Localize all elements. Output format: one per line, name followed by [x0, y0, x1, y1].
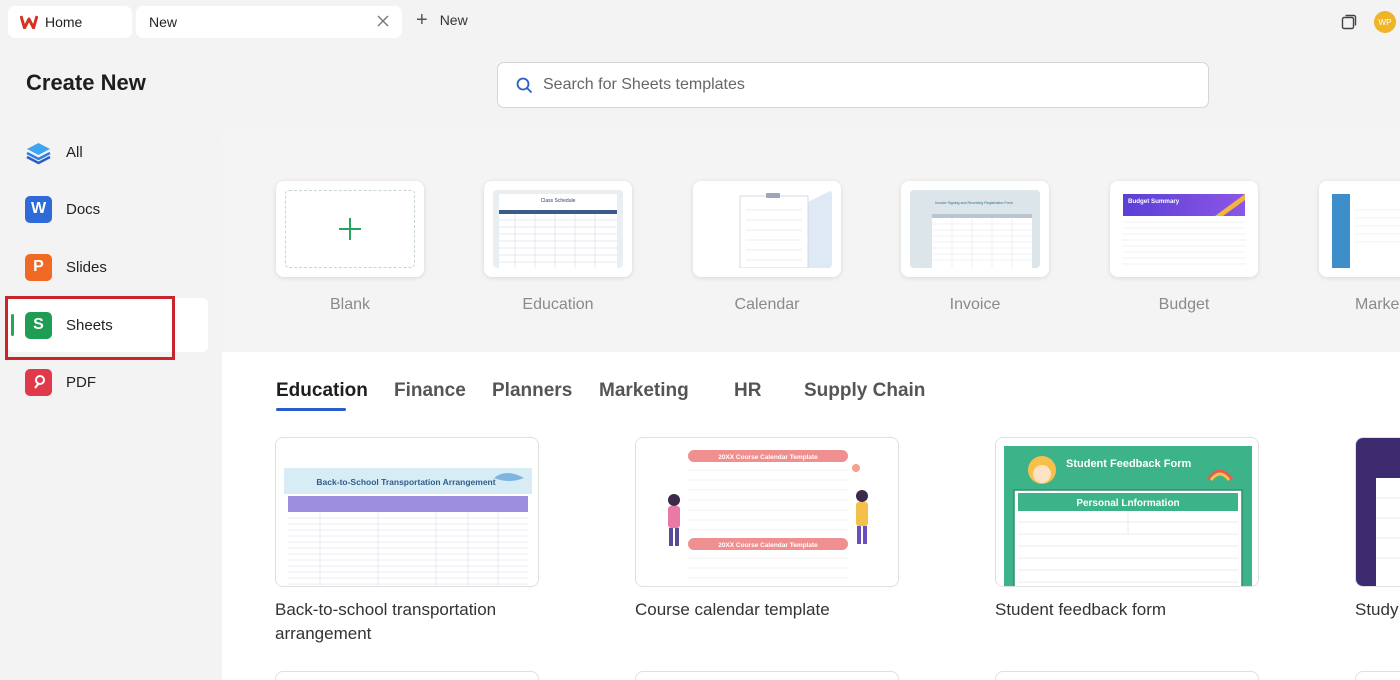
invoice-template-card[interactable]: Invoice Signing and Receiving Registrati… [901, 181, 1049, 277]
calendar-template-label: Calendar [734, 296, 800, 313]
template-thumb-title: Student Feedback Form [1066, 458, 1192, 470]
sidebar-item-label: Slides [66, 258, 107, 276]
pdf-icon [25, 368, 52, 396]
marketing-thumbnail [1328, 190, 1400, 268]
active-tab-indicator [276, 408, 346, 411]
category-tab-planners[interactable]: Planners [492, 380, 572, 402]
template-title: Back-to-school transportation arrangemen… [275, 598, 539, 646]
wps-logo-icon [20, 15, 38, 29]
template-thumbnail: Back-to-School Transportation Arrangemen… [276, 438, 538, 586]
education-template-card[interactable]: Class Schedule [484, 181, 632, 277]
sidebar-item-all[interactable]: All [8, 125, 208, 179]
main-panel: Blank Class Schedule Education Calendar … [222, 126, 1400, 680]
template-thumb-title-2: 20XX Course Calendar Template [718, 542, 818, 549]
sidebar-item-slides[interactable]: P Slides [8, 240, 208, 294]
category-tab-finance[interactable]: Finance [394, 380, 466, 402]
category-tab-supply-chain[interactable]: Supply Chain [804, 380, 925, 402]
template-card[interactable]: 20XX Course Calendar Template 20XX Cours… [635, 437, 899, 587]
marketing-template-card[interactable] [1319, 181, 1400, 277]
page-title: Create New [26, 70, 146, 95]
new-tab-label: New [439, 12, 468, 28]
budget-template-card[interactable]: Budget Summary [1110, 181, 1258, 277]
budget-thumbnail: Budget Summary [1119, 190, 1249, 268]
template-title: Study [1355, 598, 1400, 622]
invoice-thumbnail: Invoice Signing and Receiving Registrati… [910, 190, 1040, 268]
template-thumbnail: 20XX Course Calendar Template 20XX Cours… [636, 438, 898, 586]
blank-area [285, 190, 415, 268]
education-template-label: Education [522, 296, 594, 313]
template-title-line1: Study [1355, 600, 1399, 619]
blank-template-card[interactable] [276, 181, 424, 277]
invoice-template-label: Invoice [949, 296, 1001, 313]
invoice-thumb-title: Invoice Signing and Receiving Registrati… [935, 201, 1013, 205]
template-card[interactable] [1355, 437, 1400, 587]
search-input[interactable] [543, 76, 1163, 94]
slides-icon: P [25, 253, 52, 281]
plus-icon [339, 218, 361, 240]
template-thumb-subtitle: Personal Lnformation [1076, 498, 1179, 509]
category-tab-marketing[interactable]: Marketing [599, 380, 689, 402]
template-title: Course calendar template [635, 598, 899, 622]
category-tab-hr[interactable]: HR [734, 380, 761, 402]
plus-icon: + [416, 9, 428, 31]
marketing-template-label: Marke [1355, 296, 1400, 313]
template-card[interactable]: Back-to-School Transportation Arrangemen… [275, 437, 539, 587]
template-title-line1: Course calendar template [635, 600, 830, 619]
close-icon[interactable] [376, 14, 390, 28]
template-title: Student feedback form [995, 598, 1259, 622]
sidebar-item-label: PDF [66, 373, 96, 391]
tab-new-label: New [149, 14, 178, 30]
budget-template-label: Budget [1158, 296, 1210, 313]
template-title-line2: arrangement [275, 624, 372, 643]
tab-new[interactable]: New [136, 6, 402, 38]
docs-icon: W [25, 195, 52, 223]
blank-template-label: Blank [329, 296, 371, 313]
template-thumbnail: Student Feedback Form Personal Lnformati… [996, 438, 1258, 586]
calendar-template-card[interactable] [693, 181, 841, 277]
template-card[interactable] [275, 671, 539, 680]
template-card[interactable]: Student Feedback Form Personal Lnformati… [995, 437, 1259, 587]
template-title-line1: Student feedback form [995, 600, 1167, 619]
education-thumb-title: Class Schedule [541, 198, 576, 204]
sidebar-item-label: All [66, 143, 83, 161]
sidebar-item-label: Docs [66, 200, 101, 218]
template-card[interactable] [635, 671, 899, 680]
template-title-line1: Back-to-school transportation [275, 600, 497, 619]
tab-home[interactable]: Home [8, 6, 132, 38]
template-thumb-title: 20XX Course Calendar Template [718, 454, 818, 461]
sidebar-item-docs[interactable]: W Docs [8, 182, 208, 236]
avatar[interactable]: WP [1374, 11, 1396, 33]
restore-window-icon[interactable] [1341, 14, 1357, 30]
template-card[interactable] [995, 671, 1259, 680]
search-bar[interactable] [497, 62, 1209, 108]
highlight-annotation [5, 296, 175, 360]
budget-thumb-title: Budget Summary [1128, 198, 1180, 205]
tab-home-label: Home [45, 14, 83, 30]
sidebar-item-pdf[interactable]: PDF [8, 355, 208, 409]
search-icon [516, 77, 533, 93]
tab-bar: Home New + New WP [0, 0, 1400, 44]
new-tab-button[interactable]: + New [416, 10, 468, 30]
education-thumbnail: Class Schedule [493, 190, 623, 268]
calendar-thumbnail [702, 190, 832, 268]
template-card[interactable] [1355, 671, 1400, 680]
quick-templates-band: Blank Class Schedule Education Calendar … [222, 126, 1400, 352]
template-thumb-title: Back-to-School Transportation Arrangemen… [316, 477, 495, 487]
layers-icon [25, 139, 52, 166]
template-thumbnail [1356, 438, 1400, 586]
category-tab-education[interactable]: Education [276, 380, 368, 402]
